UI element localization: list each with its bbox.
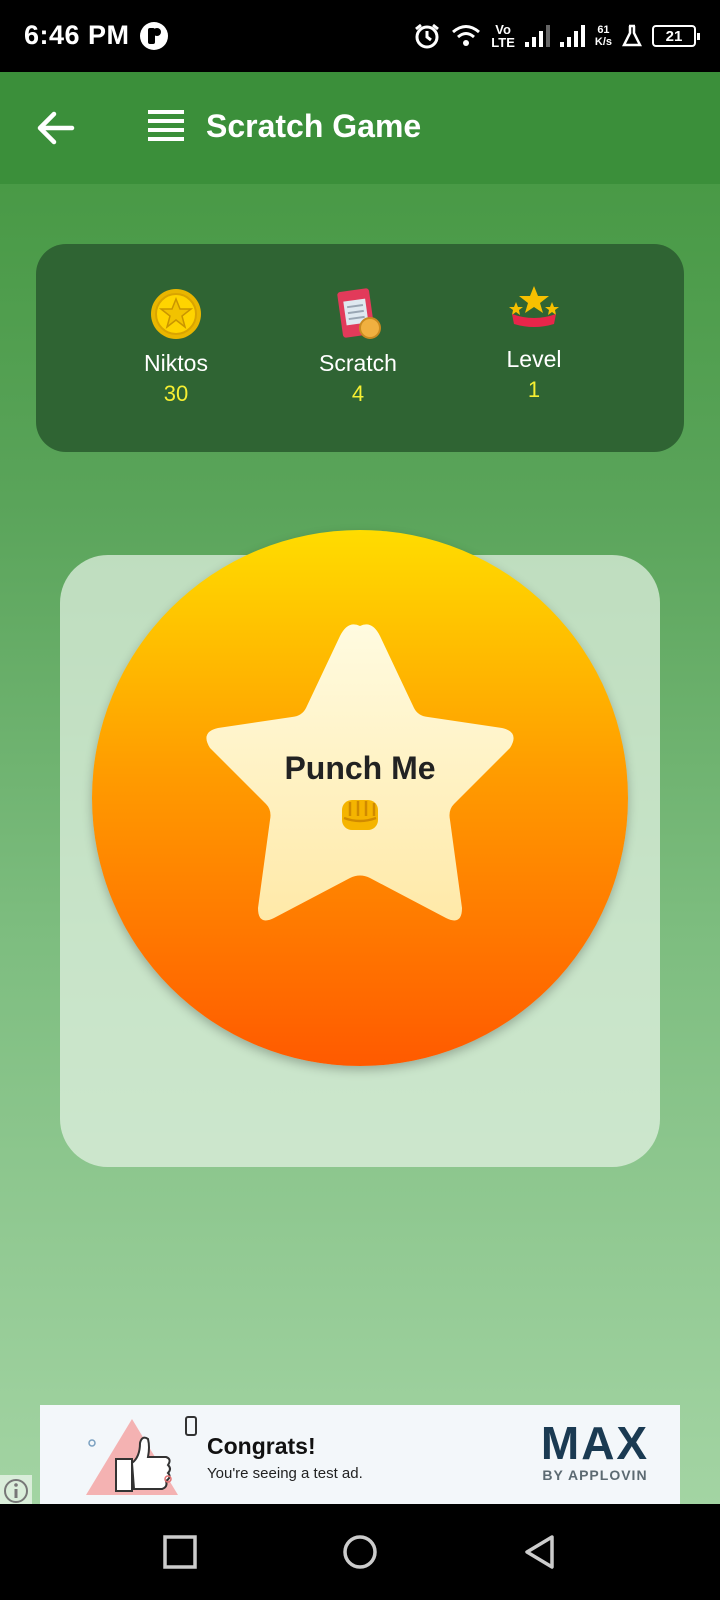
signal-1-icon xyxy=(524,25,550,47)
ad-title: Congrats! xyxy=(207,1433,316,1459)
recents-button[interactable] xyxy=(162,1534,198,1570)
stats-card: Niktos 30 Scratch 4 Level 1 xyxy=(36,244,684,452)
back-nav-button[interactable] xyxy=(522,1534,558,1570)
stat-niktos: Niktos 30 xyxy=(86,284,266,407)
page-title: Scratch Game xyxy=(206,108,422,144)
gold-coin-icon xyxy=(151,289,201,339)
ad-brand: MAX xyxy=(540,1417,650,1469)
app-screen: Scratch Game Niktos 30 Scratch 4 Level 1… xyxy=(0,72,720,1507)
square-icon xyxy=(163,1535,197,1569)
system-nav-bar xyxy=(0,1504,720,1600)
flask-icon xyxy=(622,24,642,47)
stat-label-niktos: Niktos xyxy=(144,350,208,376)
wifi-icon xyxy=(452,25,481,46)
speed-unit: K/s xyxy=(594,36,612,48)
home-button[interactable] xyxy=(342,1534,378,1570)
status-time: 6:46 PM xyxy=(24,20,130,50)
alarm-icon xyxy=(415,23,440,49)
ad-brand-sub: BY APPLOVIN xyxy=(542,1467,648,1483)
battery-indicator: 21 xyxy=(652,25,700,47)
ad-info-button[interactable] xyxy=(0,1475,32,1507)
fist-emoji-icon xyxy=(342,800,378,830)
stat-value-level: 1 xyxy=(527,377,541,402)
status-icons: Vo LTE 61 K/s 21 xyxy=(413,18,700,54)
stat-level: Level 1 xyxy=(444,280,624,403)
ad-banner[interactable]: Congrats! You're seeing a test ad. MAX B… xyxy=(40,1405,680,1505)
app-bar: Scratch Game xyxy=(0,72,720,184)
stat-label-scratch: Scratch xyxy=(319,350,397,376)
thumbs-up-icon xyxy=(86,1416,197,1495)
arrow-left-icon xyxy=(37,111,75,145)
volte-bottom: LTE xyxy=(491,35,515,50)
stat-label-level: Level xyxy=(506,346,562,372)
punch-me-button[interactable]: Punch Me xyxy=(92,530,628,1066)
stat-value-niktos: 30 xyxy=(163,381,189,406)
back-button[interactable] xyxy=(34,108,78,148)
triangle-back-icon xyxy=(525,1535,554,1569)
stat-scratch: Scratch 4 xyxy=(268,284,448,407)
info-icon xyxy=(4,1479,28,1503)
stat-value-scratch: 4 xyxy=(351,381,365,406)
battery-level: 21 xyxy=(665,27,683,45)
status-bar: 6:46 PM Vo LTE 61 K/s 21 xyxy=(0,0,720,72)
volte-indicator: Vo LTE xyxy=(491,23,515,49)
network-speed: 61 K/s xyxy=(595,24,612,48)
ad-subtitle: You're seeing a test ad. xyxy=(207,1465,363,1482)
menu-list-icon[interactable] xyxy=(148,110,186,146)
scratch-card-icon xyxy=(337,288,381,339)
speed-value: 61 xyxy=(597,24,610,36)
ad-brand-logo: MAX BY APPLOVIN xyxy=(530,1419,660,1483)
punch-me-label: Punch Me xyxy=(284,750,436,786)
signal-2-icon xyxy=(559,25,585,47)
notification-app-icon xyxy=(140,22,168,50)
circle-icon xyxy=(343,1535,377,1569)
stars-ribbon-icon xyxy=(509,286,559,327)
